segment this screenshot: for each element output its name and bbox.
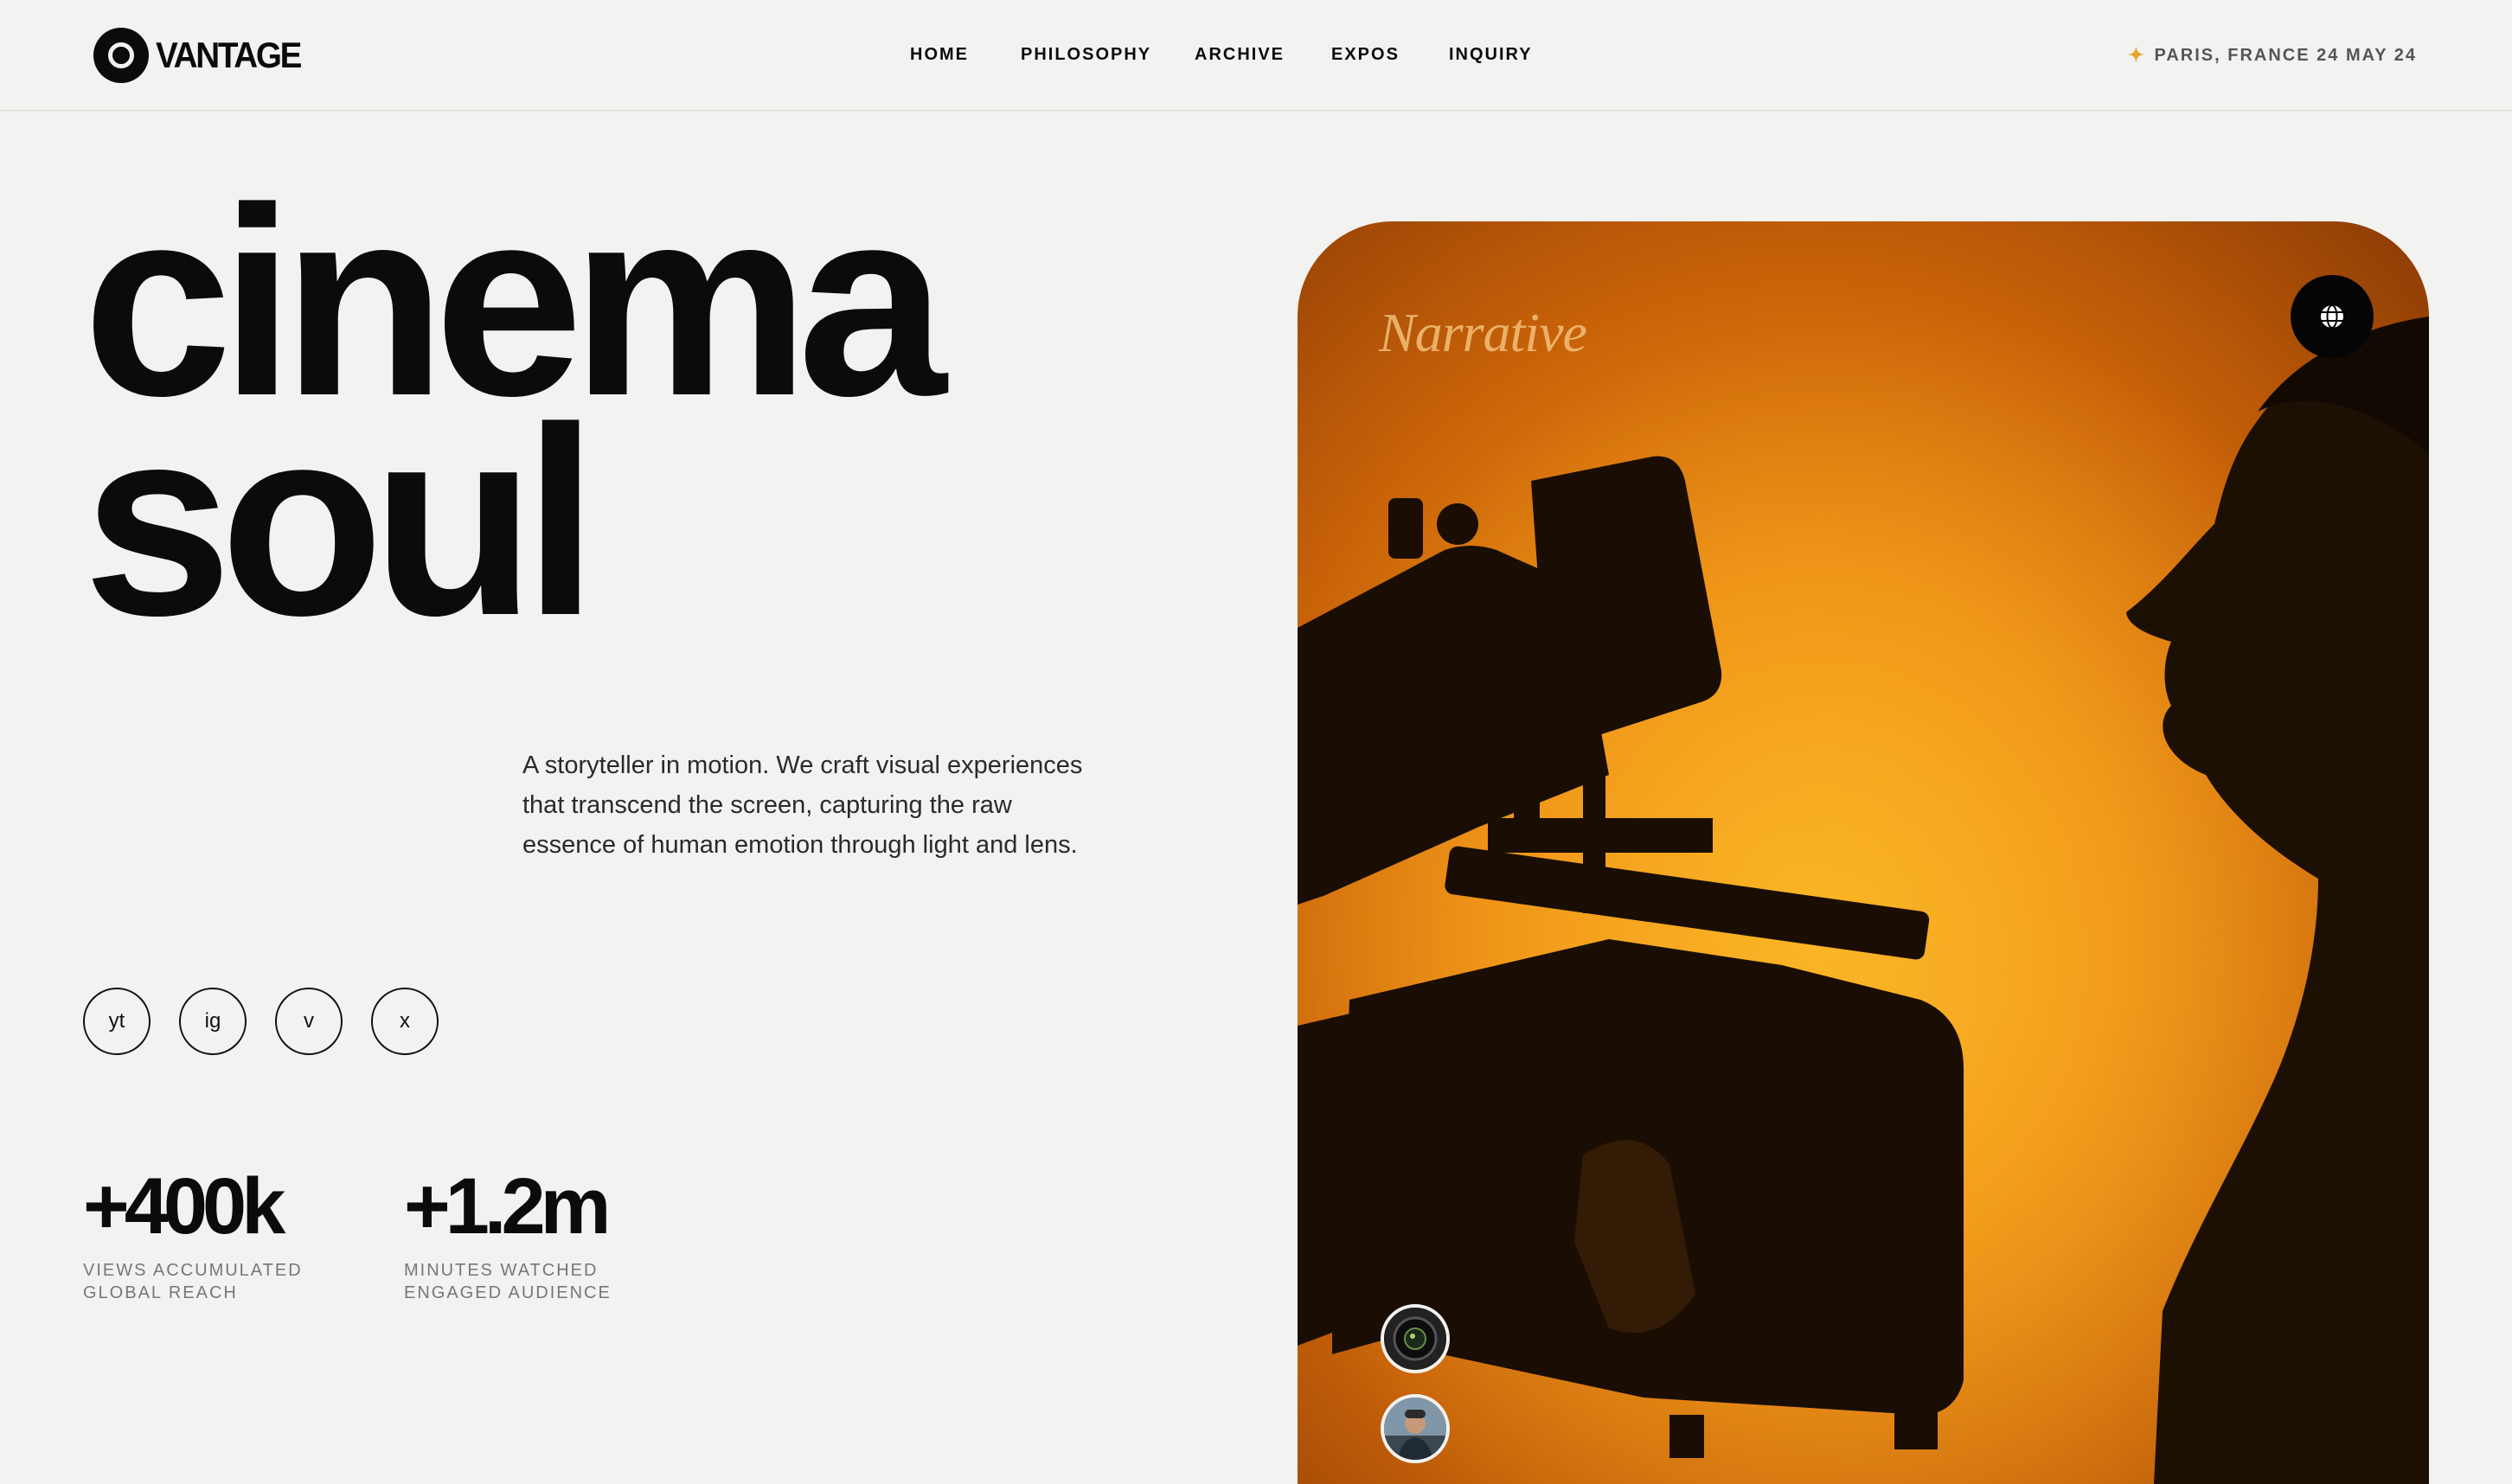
stat-value: +1.2m bbox=[404, 1162, 611, 1251]
camera-lens-thumbnail[interactable] bbox=[1381, 1304, 1450, 1373]
hero-headline: cinema soul bbox=[83, 168, 946, 656]
hero-photo-card: Narrative bbox=[1298, 221, 2429, 1484]
social-instagram-button[interactable]: ig bbox=[179, 988, 247, 1055]
stat-label-line: GLOBAL REACH bbox=[83, 1283, 238, 1302]
sparkle-icon: ✦ bbox=[2128, 44, 2146, 66]
globe-icon bbox=[2321, 304, 2343, 329]
person-photo-icon bbox=[1384, 1398, 1446, 1460]
nav-archive[interactable]: ARCHIVE bbox=[1195, 45, 1285, 65]
social-links: yt ig v x bbox=[83, 988, 439, 1055]
nav-inquiry[interactable]: INQUIRY bbox=[1449, 45, 1533, 65]
stat-label-line: MINUTES WATCHED bbox=[404, 1261, 599, 1280]
globe-button[interactable] bbox=[2291, 275, 2374, 358]
brand-name: VANTAGE bbox=[156, 35, 302, 75]
stat-label: MINUTES WATCHED ENGAGED AUDIENCE bbox=[404, 1259, 612, 1304]
stat-views: +400k VIEWS ACCUMULATED GLOBAL REACH bbox=[83, 1159, 303, 1304]
social-vimeo-button[interactable]: v bbox=[275, 988, 343, 1055]
camera-lens-icon bbox=[1384, 1308, 1446, 1370]
stat-label: VIEWS ACCUMULATED GLOBAL REACH bbox=[83, 1259, 303, 1304]
hero-description: A storyteller in motion. We craft visual… bbox=[522, 752, 1083, 859]
location-date: ✦ PARIS, FRANCE 24 MAY 24 bbox=[2128, 44, 2417, 67]
social-x-button[interactable]: x bbox=[371, 988, 439, 1055]
person-thumbnail[interactable] bbox=[1381, 1394, 1450, 1463]
cinematographer-silhouette-image bbox=[1298, 221, 2429, 1484]
photo-caption: Narrative bbox=[1379, 302, 1587, 363]
stat-minutes: +1.2m MINUTES WATCHED ENGAGED AUDIENCE bbox=[404, 1159, 612, 1304]
brand-logo[interactable]: VANTAGE bbox=[93, 28, 313, 83]
nav-home[interactable]: HOME bbox=[910, 45, 969, 65]
nav-philosophy[interactable]: PHILOSOPHY bbox=[1021, 45, 1151, 65]
location-text: PARIS, FRANCE 24 MAY 24 bbox=[2154, 45, 2417, 65]
site-header: VANTAGE HOME PHILOSOPHY ARCHIVE EXPOS IN… bbox=[0, 0, 2512, 112]
stat-value: +400k bbox=[83, 1162, 285, 1251]
logo-mark-icon bbox=[93, 28, 149, 83]
stat-label-line: VIEWS ACCUMULATED bbox=[83, 1261, 303, 1280]
social-youtube-button[interactable]: yt bbox=[83, 988, 151, 1055]
stat-label-line: ENGAGED AUDIENCE bbox=[404, 1283, 612, 1302]
nav-expos[interactable]: EXPOS bbox=[1331, 45, 1400, 65]
